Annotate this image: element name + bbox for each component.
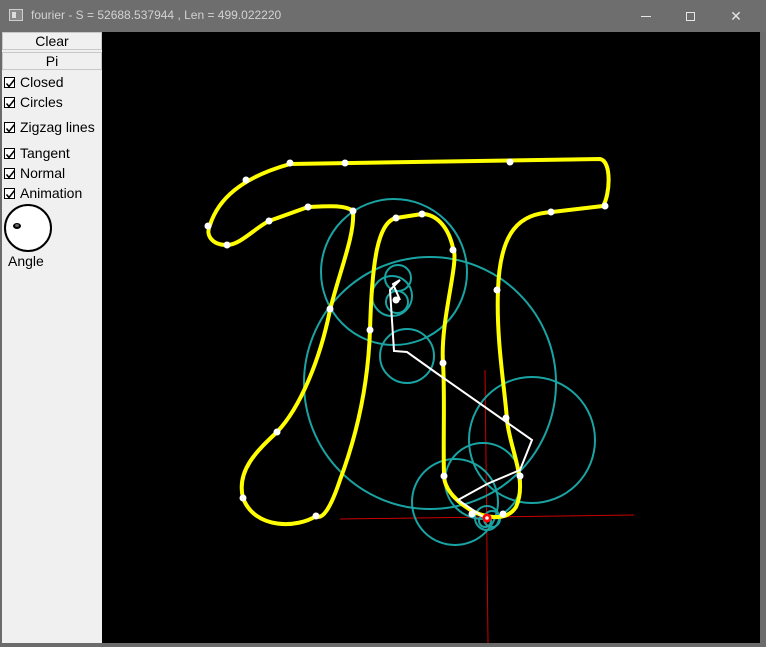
checkbox-label: Normal	[20, 165, 66, 181]
current-point-center	[485, 516, 489, 520]
angle-handle[interactable]	[13, 223, 21, 229]
minimize-button[interactable]	[623, 0, 669, 32]
closed-checkbox[interactable]: Closed	[4, 73, 64, 91]
app-icon	[9, 9, 23, 21]
checkbox-label: Animation	[20, 185, 83, 201]
maximize-icon	[685, 11, 695, 21]
close-icon: ✕	[730, 7, 742, 24]
drawing-canvas[interactable]	[102, 32, 760, 643]
angle-dial[interactable]	[4, 204, 52, 252]
angle-label: Angle	[8, 253, 44, 269]
title-bar[interactable]: fourier - S = 52688.537944 , Len = 499.0…	[0, 0, 766, 32]
zigzag-lines	[388, 279, 534, 519]
checkbox-label: Circles	[20, 94, 63, 110]
checkbox-box[interactable]	[4, 76, 16, 88]
close-button[interactable]: ✕	[713, 0, 759, 32]
control-panel: Clear Pi Closed Circles Zigzag lines Tan…	[2, 32, 102, 643]
checkbox-box[interactable]	[4, 96, 16, 108]
checkbox-label: Closed	[20, 74, 64, 90]
checkbox-box[interactable]	[4, 167, 16, 179]
circles-checkbox[interactable]: Circles	[4, 93, 63, 111]
window-title: fourier - S = 52688.537944 , Len = 499.0…	[31, 8, 282, 22]
clear-button[interactable]: Clear	[2, 32, 102, 50]
pi-button[interactable]: Pi	[2, 52, 102, 70]
checkbox-label: Zigzag lines	[20, 119, 95, 135]
minimize-icon	[641, 15, 651, 17]
checkbox-box[interactable]	[4, 147, 16, 159]
animation-checkbox[interactable]: Animation	[4, 184, 82, 202]
app-window: fourier - S = 52688.537944 , Len = 499.0…	[0, 0, 766, 647]
tangent-checkbox[interactable]: Tangent	[4, 144, 70, 162]
checkbox-box[interactable]	[4, 121, 16, 133]
maximize-button[interactable]	[667, 0, 713, 32]
fourier-drawing[interactable]	[102, 32, 760, 643]
checkbox-label: Tangent	[20, 145, 70, 161]
normal-checkbox[interactable]: Normal	[4, 164, 65, 182]
zigzag-lines-checkbox[interactable]: Zigzag lines	[4, 118, 95, 136]
checkbox-box[interactable]	[4, 187, 16, 199]
